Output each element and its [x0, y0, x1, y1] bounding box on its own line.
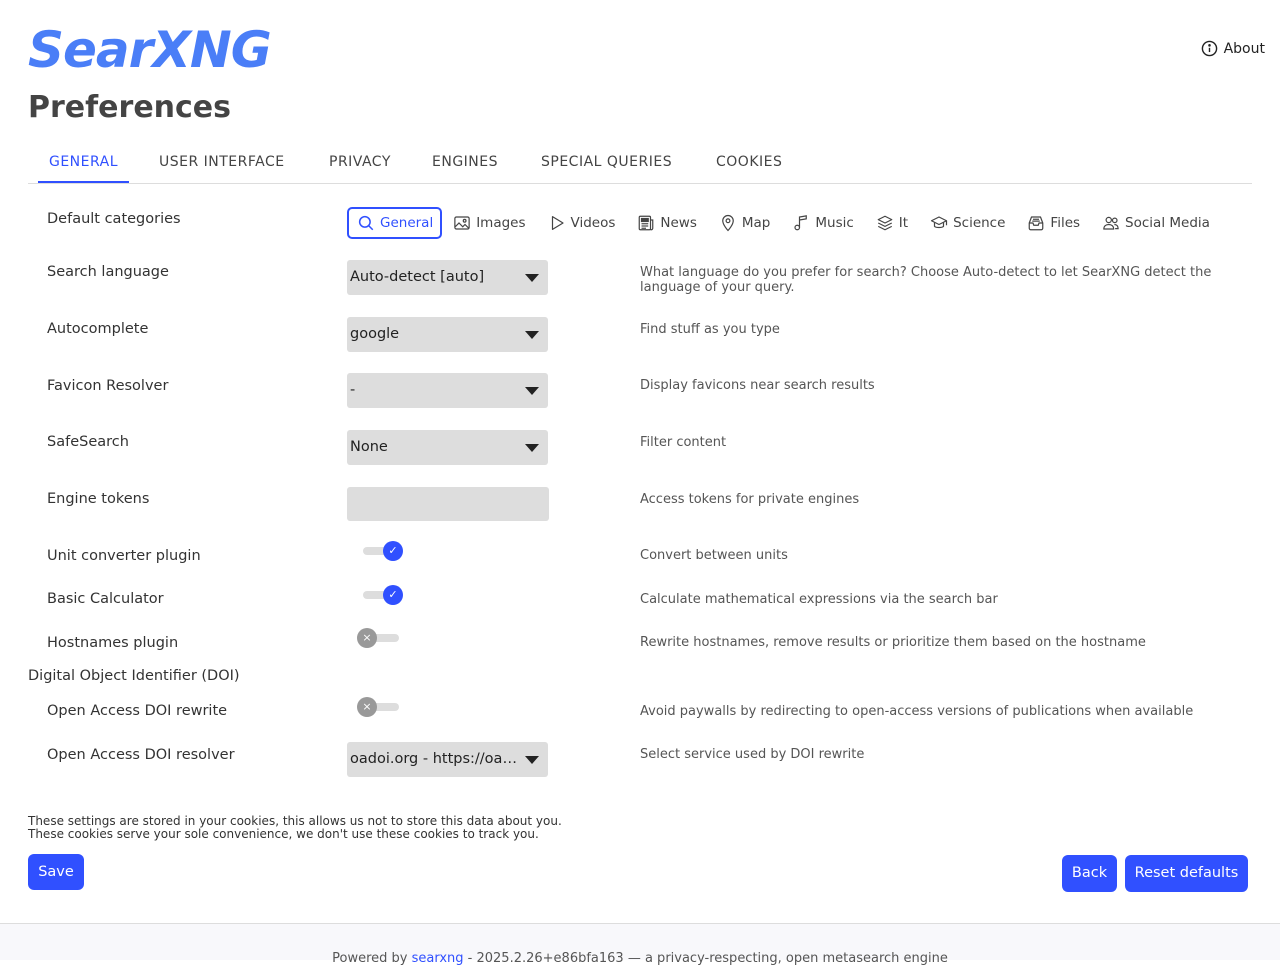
autocomplete-select[interactable]: google: [347, 317, 548, 352]
chevron-down-icon: [525, 274, 539, 282]
preferences-tabs: GENERAL USER INTERFACE PRIVACY ENGINES S…: [28, 140, 1252, 184]
layers-icon: [877, 215, 893, 231]
autocomplete-value: google: [350, 326, 400, 342]
chevron-down-icon: [525, 331, 539, 339]
search-language-value: Auto-detect [auto]: [350, 269, 485, 285]
category-science[interactable]: Science: [919, 207, 1016, 239]
doi-rewrite-toggle[interactable]: ×: [357, 696, 403, 718]
category-science-label: Science: [953, 215, 1006, 231]
music-note-icon: [794, 215, 808, 231]
category-social-media-label: Social Media: [1125, 215, 1210, 231]
doi-group-title: Digital Object Identifier (DOI): [28, 668, 240, 684]
tab-cookies[interactable]: COOKIES: [706, 140, 792, 183]
category-images[interactable]: Images: [442, 207, 536, 239]
people-icon: [1103, 216, 1119, 230]
graduation-cap-icon: [930, 216, 948, 229]
check-icon: ✓: [383, 585, 403, 605]
doi-resolver-value: oadoi.org - https://oadoi.org/: [350, 751, 548, 767]
footer-searxng-link[interactable]: searxng: [412, 951, 464, 966]
searxng-logo[interactable]: SearXNG: [28, 22, 272, 78]
basic-calculator-description: Calculate mathematical expressions via t…: [640, 592, 998, 607]
reset-defaults-button[interactable]: Reset defaults: [1125, 855, 1248, 892]
autocomplete-description: Find stuff as you type: [640, 322, 780, 337]
tab-engines[interactable]: ENGINES: [422, 140, 508, 183]
page-title: Preferences: [28, 90, 232, 125]
category-images-label: Images: [476, 215, 526, 231]
unit-converter-toggle[interactable]: ✓: [357, 540, 403, 562]
tab-general[interactable]: GENERAL: [38, 140, 129, 183]
category-videos-label: Videos: [570, 215, 616, 231]
category-files-label: Files: [1050, 215, 1081, 231]
chevron-down-icon: [525, 387, 539, 395]
footer-prefix: Powered by: [332, 951, 408, 966]
hostnames-label: Hostnames plugin: [47, 635, 179, 651]
footer-suffix: - 2025.2.26+e86bfa163 — a privacy-respec…: [467, 951, 948, 966]
basic-calculator-label: Basic Calculator: [47, 591, 164, 607]
favicon-resolver-value: -: [350, 382, 356, 398]
favicon-resolver-label: Favicon Resolver: [47, 378, 169, 394]
engine-tokens-input[interactable]: [347, 487, 549, 521]
doi-resolver-select[interactable]: oadoi.org - https://oadoi.org/: [347, 742, 548, 777]
category-map[interactable]: Map: [708, 207, 782, 239]
category-news[interactable]: News: [626, 207, 707, 239]
default-categories-label: Default categories: [47, 211, 181, 227]
hostnames-description: Rewrite hostnames, remove results or pri…: [640, 635, 1146, 650]
engine-tokens-description: Access tokens for private engines: [640, 492, 860, 507]
category-it-label: It: [898, 215, 909, 231]
play-icon: [551, 216, 564, 230]
hostnames-toggle[interactable]: ×: [357, 627, 403, 649]
chevron-down-icon: [525, 756, 539, 764]
engine-tokens-label: Engine tokens: [47, 491, 150, 507]
check-icon: ✓: [383, 541, 403, 561]
autocomplete-label: Autocomplete: [47, 321, 149, 337]
info-icon: [1201, 40, 1217, 57]
favicon-resolver-select[interactable]: -: [347, 373, 548, 408]
cookie-note-line-2: These cookies serve your sole convenienc…: [28, 827, 539, 841]
search-language-select[interactable]: Auto-detect [auto]: [347, 260, 548, 295]
search-icon: [358, 215, 374, 231]
doi-resolver-label: Open Access DOI resolver: [47, 747, 235, 763]
category-videos[interactable]: Videos: [537, 207, 627, 239]
category-map-label: Map: [741, 215, 771, 231]
category-music[interactable]: Music: [781, 207, 864, 239]
about-label: About: [1223, 40, 1265, 57]
unit-converter-label: Unit converter plugin: [47, 548, 201, 564]
chevron-down-icon: [525, 444, 539, 452]
save-button[interactable]: Save: [28, 854, 84, 890]
safesearch-description: Filter content: [640, 435, 727, 450]
search-language-description: What language do you prefer for search? …: [640, 265, 1212, 295]
category-it[interactable]: It: [865, 207, 919, 239]
category-news-label: News: [660, 215, 697, 231]
doi-rewrite-label: Open Access DOI rewrite: [47, 703, 228, 719]
cookie-note: These settings are stored in your cookie…: [28, 815, 562, 841]
safesearch-value: None: [350, 439, 388, 455]
close-icon: ×: [357, 697, 377, 717]
back-button[interactable]: Back: [1062, 855, 1117, 892]
map-pin-icon: [722, 214, 734, 232]
unit-converter-description: Convert between units: [640, 548, 788, 563]
newspaper-icon: [639, 215, 654, 231]
tab-special-queries[interactable]: SPECIAL QUERIES: [531, 140, 682, 183]
category-social-media[interactable]: Social Media: [1091, 207, 1221, 239]
category-general[interactable]: General: [347, 207, 443, 239]
footer: Powered by searxng - 2025.2.26+e86bfa163…: [0, 923, 1280, 966]
category-selector: General Images Videos News Map Music It …: [347, 207, 1221, 239]
about-link[interactable]: About: [1201, 40, 1265, 57]
category-music-label: Music: [815, 215, 854, 231]
category-files[interactable]: Files: [1016, 207, 1091, 239]
image-icon: [454, 216, 470, 230]
close-icon: ×: [357, 628, 377, 648]
file-tray-icon: [1029, 216, 1044, 231]
favicon-resolver-description: Display favicons near search results: [640, 378, 875, 393]
basic-calculator-toggle[interactable]: ✓: [357, 584, 403, 606]
safesearch-select[interactable]: None: [347, 430, 548, 465]
safesearch-label: SafeSearch: [47, 434, 129, 450]
category-general-label: General: [380, 215, 434, 231]
footer-text: Powered by searxng - 2025.2.26+e86bfa163…: [0, 951, 1280, 966]
doi-rewrite-description: Avoid paywalls by redirecting to open-ac…: [640, 704, 1194, 719]
tab-user-interface[interactable]: USER INTERFACE: [149, 140, 295, 183]
doi-resolver-description: Select service used by DOI rewrite: [640, 747, 865, 762]
search-language-label: Search language: [47, 264, 169, 280]
tab-privacy[interactable]: PRIVACY: [319, 140, 401, 183]
